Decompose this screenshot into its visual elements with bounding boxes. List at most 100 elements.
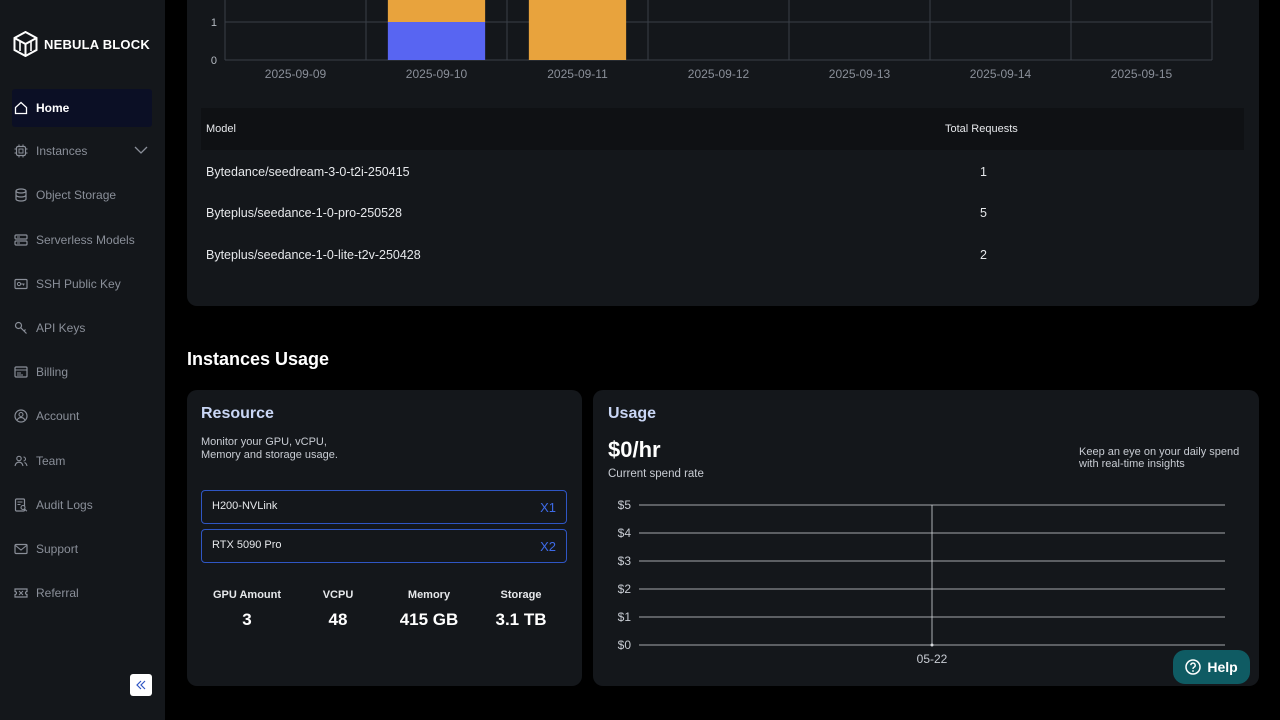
gpu-quantity: X1 xyxy=(540,500,556,515)
resource-description-line2: Memory and storage usage. xyxy=(201,449,338,461)
sidebar-item-object-storage[interactable]: Object Storage xyxy=(12,176,152,214)
sidebar-item-label: SSH Public Key xyxy=(36,277,121,291)
requests-bar-chart: 0 1 2025-09-09 2025-09-10 2025-09-11 2025-09-… xyxy=(211,0,1213,81)
ticket-icon xyxy=(14,588,28,598)
user-icon xyxy=(14,409,28,423)
column-header-total-requests: Total Requests xyxy=(945,123,1018,135)
key-icon xyxy=(14,321,27,334)
data-point xyxy=(930,643,934,647)
nebula-cube-icon xyxy=(13,31,38,57)
y-tick-label: $5 xyxy=(618,498,632,512)
sidebar-item-support[interactable]: Support xyxy=(12,530,152,568)
sidebar: NEBULA BLOCK Home Instances Object Stora… xyxy=(0,0,165,720)
sidebar-item-label: Referral xyxy=(36,586,79,600)
sidebar-item-label: Support xyxy=(36,542,79,556)
home-icon xyxy=(14,101,28,115)
bar-segment xyxy=(387,0,486,22)
stat-label-storage: Storage xyxy=(500,589,542,601)
sidebar-item-serverless-models[interactable]: Serverless Models xyxy=(12,221,152,259)
usage-title: Usage xyxy=(608,405,657,422)
sidebar-item-account[interactable]: Account xyxy=(12,397,152,435)
sidebar-item-label: Audit Logs xyxy=(36,498,93,512)
stat-label-gpu-amount: GPU Amount xyxy=(212,589,282,601)
help-label: Help xyxy=(1207,659,1238,675)
instances-usage-title: Instances Usage xyxy=(187,349,330,369)
resource-description-line1: Monitor your GPU, vCPU, xyxy=(201,436,327,448)
help-circle-icon xyxy=(1185,659,1202,675)
sidebar-item-api-keys[interactable]: API Keys xyxy=(12,309,152,347)
x-tick-label: 2025-09-14 xyxy=(970,67,1032,81)
stat-label-vcpu: VCPU xyxy=(322,589,354,601)
x-tick-label: 05-22 xyxy=(917,652,948,666)
bar-segment xyxy=(528,0,627,60)
x-tick-label: 2025-09-11 xyxy=(547,67,608,81)
brand-logo[interactable]: NEBULA BLOCK xyxy=(13,31,150,57)
current-spend-rate-value: $0/hr xyxy=(608,437,661,462)
usage-hint-line2: with real-time insights xyxy=(1079,458,1185,470)
collapse-sidebar-button[interactable] xyxy=(130,674,152,696)
y-tick-label: $3 xyxy=(618,554,632,568)
table-cell-model: Byteplus/seedance-1-0-pro-250528 xyxy=(206,206,402,220)
y-tick-label: $4 xyxy=(618,526,632,540)
y-tick-label: $2 xyxy=(618,582,632,596)
sidebar-item-instances[interactable]: Instances xyxy=(12,132,152,170)
column-header-model: Model xyxy=(206,123,236,135)
audit-icon xyxy=(14,498,28,512)
brand-name: NEBULA BLOCK xyxy=(44,36,150,52)
x-tick-label: 2025-09-13 xyxy=(829,67,891,81)
x-tick-label: 2025-09-09 xyxy=(265,67,327,81)
sidebar-item-label: Home xyxy=(36,101,70,115)
sidebar-item-label: Object Storage xyxy=(36,188,117,202)
cpu-icon xyxy=(14,144,28,158)
sidebar-item-ssh-public-key[interactable]: SSH Public Key xyxy=(12,265,152,303)
server-icon xyxy=(14,234,28,246)
table-cell-model: Bytedance/seedream-3-0-t2i-250415 xyxy=(206,165,410,179)
sidebar-item-referral[interactable]: Referral xyxy=(12,574,152,612)
sidebar-item-label: Serverless Models xyxy=(36,233,135,247)
x-tick-label: 2025-09-15 xyxy=(1111,67,1173,81)
key-card-icon xyxy=(14,278,28,290)
chevron-down-icon[interactable] xyxy=(134,145,148,155)
gpu-name: H200-NVLink xyxy=(212,500,278,512)
resource-title: Resource xyxy=(201,405,274,422)
sidebar-item-label: Billing xyxy=(36,365,69,379)
stat-value-gpu-amount: 3 xyxy=(242,610,252,629)
x-tick-label: 2025-09-12 xyxy=(688,67,750,81)
gpu-row-h200[interactable]: H200-NVLink X1 xyxy=(201,490,567,524)
sidebar-item-label: API Keys xyxy=(36,321,86,335)
app-root: NEBULA BLOCK Home Instances Object Stora… xyxy=(0,0,1280,720)
mail-icon xyxy=(14,543,28,555)
gpu-row-rtx5090[interactable]: RTX 5090 Pro X2 xyxy=(201,529,567,563)
stat-value-vcpu: 48 xyxy=(328,610,348,629)
table-cell-total: 5 xyxy=(980,206,987,220)
sidebar-item-label: Team xyxy=(36,454,66,468)
sidebar-item-label: Instances xyxy=(36,144,88,158)
y-tick-label: 1 xyxy=(211,17,217,29)
gpu-name: RTX 5090 Pro xyxy=(212,539,282,551)
y-tick-label: 0 xyxy=(211,55,217,67)
stat-value-memory: 415 GB xyxy=(399,610,459,629)
sidebar-item-audit-logs[interactable]: Audit Logs xyxy=(12,486,152,524)
double-chevron-left-icon xyxy=(136,680,146,690)
billing-icon xyxy=(14,366,28,378)
gpu-quantity: X2 xyxy=(540,539,556,554)
stat-value-storage: 3.1 TB xyxy=(495,610,547,629)
sidebar-item-team[interactable]: Team xyxy=(12,442,152,480)
current-spend-rate-caption: Current spend rate xyxy=(608,468,704,480)
team-icon xyxy=(14,455,28,467)
table-cell-total: 2 xyxy=(980,248,987,262)
sidebar-item-label: Account xyxy=(36,409,80,423)
stat-label-memory: Memory xyxy=(407,589,451,601)
bar-segment xyxy=(387,22,486,60)
usage-line-chart: $0 $1 $2 $3 $4 $5 05-22 xyxy=(618,498,1225,666)
table-cell-total: 1 xyxy=(980,165,987,179)
database-icon xyxy=(15,188,27,202)
help-button[interactable]: Help xyxy=(1173,650,1250,684)
x-tick-label: 2025-09-10 xyxy=(406,67,468,81)
y-tick-label: $0 xyxy=(618,638,632,652)
requests-table-header xyxy=(201,108,1244,150)
sidebar-item-home[interactable]: Home xyxy=(12,89,152,127)
sidebar-item-billing[interactable]: Billing xyxy=(12,353,152,391)
y-tick-label: $1 xyxy=(618,610,632,624)
table-cell-model: Byteplus/seedance-1-0-lite-t2v-250428 xyxy=(206,248,421,262)
